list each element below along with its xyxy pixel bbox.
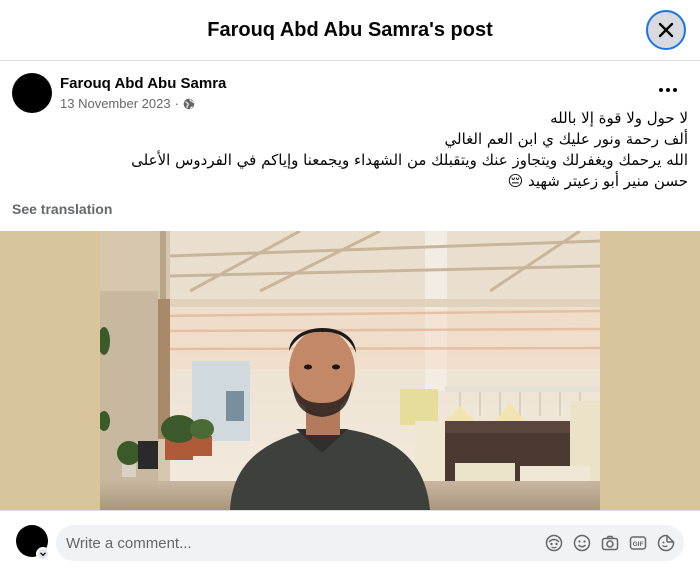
post-text-line: الله يرحمك ويغفرلك ويتجاوز عنك ويتقبلك م…: [131, 151, 688, 169]
more-dot: [666, 88, 670, 92]
svg-text:GIF: GIF: [633, 541, 644, 548]
chevron-down-icon: [40, 552, 46, 557]
close-button[interactable]: [646, 10, 686, 50]
post-photo-image: [100, 231, 600, 510]
gif-icon[interactable]: GIF: [628, 533, 648, 553]
avatar-switch-badge[interactable]: [36, 547, 50, 561]
comment-bar: GIF: [0, 510, 700, 577]
author-name[interactable]: Farouq Abd Abu Samra: [60, 74, 226, 93]
post-header: Farouq Abd Abu Samra 13 November 2023 ·: [12, 73, 226, 113]
more-options-button[interactable]: [654, 80, 682, 100]
dialog-header: Farouq Abd Abu Samra's post: [0, 0, 700, 61]
post-photo-container[interactable]: [0, 231, 700, 510]
avatar-sticker-icon[interactable]: [544, 533, 564, 553]
comment-input-box[interactable]: GIF: [56, 525, 684, 561]
dialog-title: Farouq Abd Abu Samra's post: [207, 18, 493, 41]
close-icon: [658, 22, 674, 38]
author-avatar[interactable]: [12, 73, 52, 113]
post-text: لا حول ولا قوة إلا بالله ألف رحمة ونور ع…: [12, 108, 688, 192]
camera-icon[interactable]: [600, 533, 620, 553]
more-dot: [673, 88, 677, 92]
post-photo[interactable]: [100, 231, 600, 510]
sticker-icon[interactable]: [656, 533, 676, 553]
post-text-line: لا حول ولا قوة إلا بالله: [550, 109, 688, 127]
emoji-icon[interactable]: [572, 533, 592, 553]
post-text-line: ألف رحمة ونور عليك ي ابن العم الغالي: [444, 130, 688, 148]
post-text-line: حسن منير أبو زعيتر شهيد 😔: [507, 172, 688, 190]
comment-input[interactable]: [66, 534, 506, 552]
comment-icon-group: GIF: [536, 533, 676, 553]
more-dot: [659, 88, 663, 92]
see-translation-link[interactable]: See translation: [12, 201, 112, 217]
